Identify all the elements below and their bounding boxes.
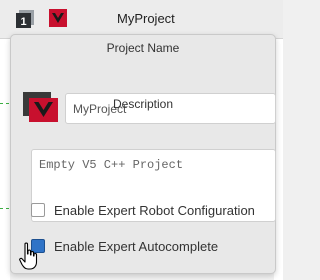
hand-pointer-icon: [19, 242, 38, 270]
project-title[interactable]: MyProject: [117, 11, 175, 26]
expert-robot-config-label[interactable]: Enable Expert Robot Configuration: [54, 203, 255, 218]
connector-line: [0, 103, 9, 104]
expert-robot-config-checkbox[interactable]: [31, 203, 45, 217]
expert-autocomplete-label[interactable]: Enable Expert Autocomplete: [54, 239, 218, 254]
project-settings-popup: Project Name Description Empty V5 C++ Pr…: [10, 34, 276, 274]
svg-text:1: 1: [20, 16, 26, 28]
slot-number-1-icon[interactable]: 1: [16, 10, 34, 28]
connector-line: [0, 208, 9, 209]
vex-logo-icon[interactable]: [49, 9, 67, 27]
workspace-left-edge: [0, 38, 10, 280]
editor-stage: 1 MyProject Project Name Description Emp…: [0, 0, 283, 280]
expert-robot-config-option[interactable]: Enable Expert Robot Configuration: [31, 201, 255, 219]
expert-autocomplete-option[interactable]: Enable Expert Autocomplete: [31, 237, 218, 255]
project-name-label: Project Name: [106, 41, 180, 55]
description-label: Description: [112, 97, 174, 111]
